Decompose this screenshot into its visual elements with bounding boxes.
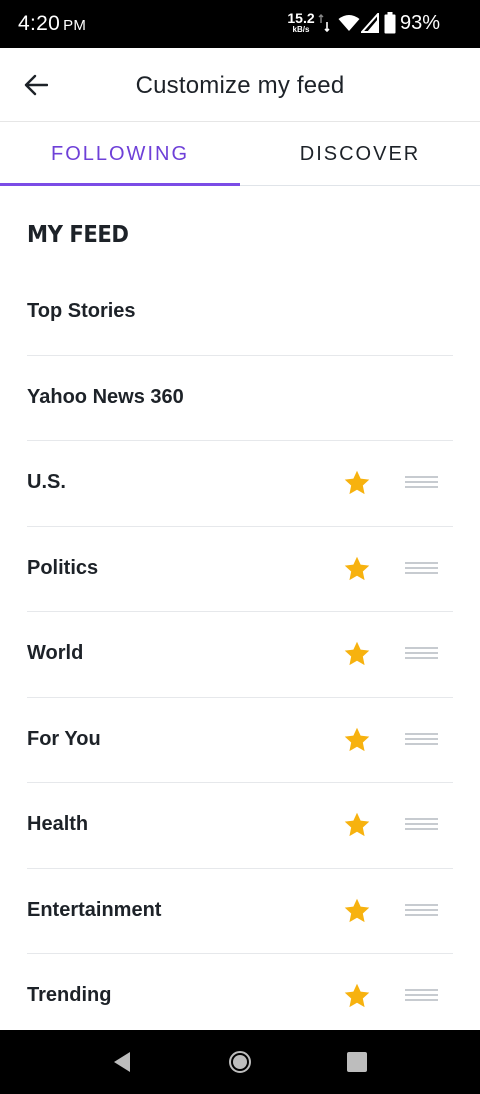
network-speed-value: 15.2	[287, 10, 315, 26]
section-title-my-feed: MY FEED	[27, 222, 129, 248]
feed-item-label: Politics	[27, 556, 99, 579]
network-speed-unit: kB/s	[292, 25, 310, 34]
star-icon[interactable]	[343, 982, 371, 1010]
active-tab-indicator	[0, 183, 240, 186]
feed-item-label: U.S.	[27, 471, 66, 493]
status-ampm: PM	[63, 17, 87, 34]
feed-item-trending: Trending	[27, 954, 453, 1040]
star-icon[interactable]	[343, 897, 371, 925]
feed-item-world: World	[27, 612, 453, 698]
drag-handle-icon[interactable]	[405, 989, 438, 1001]
star-icon[interactable]	[343, 469, 371, 497]
status-time: 4:20 PM	[18, 12, 86, 36]
nav-recents-icon[interactable]	[347, 1052, 367, 1072]
feed-item-politics: Politics	[27, 527, 453, 612]
feed-item-label: Trending	[27, 984, 112, 1006]
nav-back-icon[interactable]	[112, 1050, 132, 1074]
battery-percent: 93%	[400, 12, 441, 34]
feed-item-label: Yahoo News 360	[27, 385, 184, 408]
feed-item-yahoo-news-360[interactable]: Yahoo News 360	[27, 356, 453, 441]
feed-item-label: Top Stories	[27, 300, 136, 322]
drag-handle-icon[interactable]	[405, 732, 438, 745]
app-bar: Customize my feed	[0, 48, 480, 122]
drag-handle-icon[interactable]	[405, 903, 438, 916]
network-speed: 15.2 kB/s	[286, 11, 316, 34]
drag-handle-icon[interactable]	[405, 647, 438, 659]
drag-handle-icon[interactable]	[405, 561, 438, 574]
star-icon[interactable]	[343, 640, 371, 668]
status-clock: 4:20	[18, 12, 61, 35]
drag-handle-icon[interactable]	[405, 818, 438, 830]
tab-discover[interactable]: DISCOVER	[240, 122, 480, 186]
star-icon[interactable]	[343, 726, 371, 754]
star-icon[interactable]	[343, 555, 371, 583]
feed-item-for-you: For You	[27, 698, 453, 783]
feed-item-us: U.S.	[27, 441, 453, 527]
feed-item-label: World	[27, 642, 84, 664]
feed-item-health: Health	[27, 783, 453, 869]
status-bar: 4:20 PM 15.2 kB/s 93%	[0, 0, 480, 48]
tab-following[interactable]: FOLLOWING	[0, 122, 240, 186]
signal-icon	[361, 13, 379, 33]
feed-item-label: For You	[27, 727, 101, 750]
tab-bar: FOLLOWING DISCOVER	[0, 122, 480, 186]
star-icon[interactable]	[343, 811, 371, 839]
feed-item-label: Entertainment	[27, 898, 162, 921]
battery-icon	[384, 12, 396, 34]
wifi-icon	[338, 15, 360, 31]
feed-item-top-stories[interactable]: Top Stories	[27, 270, 453, 356]
data-transfer-icon	[318, 14, 330, 33]
system-nav-bar	[0, 1030, 480, 1094]
feed-list: Top Stories Yahoo News 360 U.S. Politics…	[27, 270, 453, 1040]
page-title: Customize my feed	[135, 72, 345, 99]
drag-handle-icon[interactable]	[405, 476, 438, 488]
feed-item-entertainment: Entertainment	[27, 869, 453, 954]
nav-home-icon[interactable]	[228, 1050, 252, 1074]
feed-item-label: Health	[27, 813, 89, 835]
